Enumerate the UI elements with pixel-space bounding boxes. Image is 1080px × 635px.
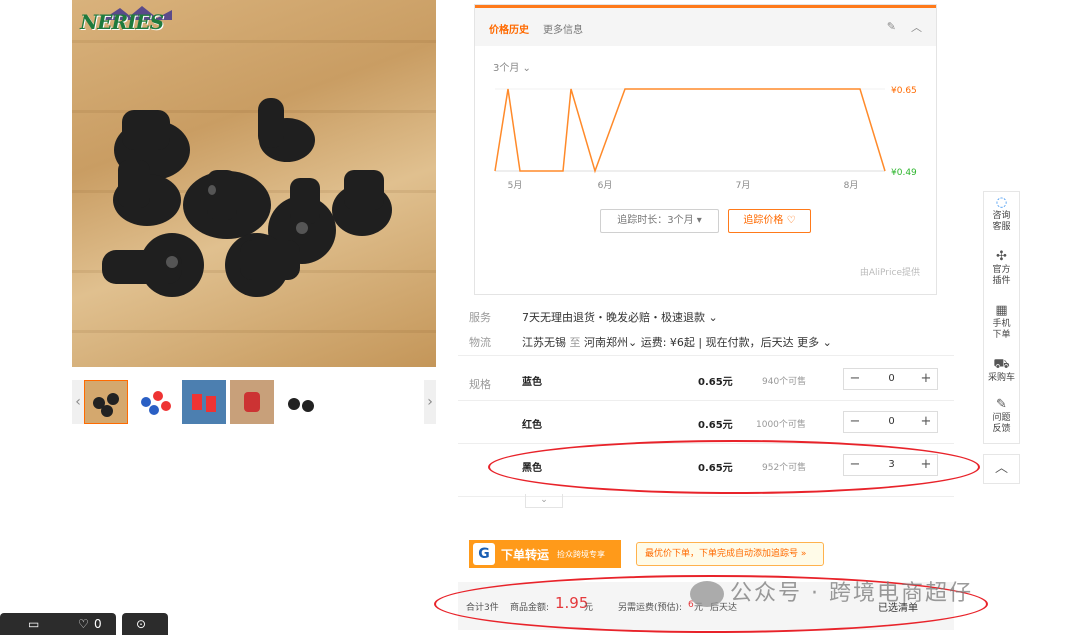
cart-button[interactable]: ⛟ 采购车 (984, 357, 1019, 384)
x-tick-label: 7月 (736, 180, 751, 191)
quantity-stepper: −0 + (843, 368, 938, 390)
thumbnail-4[interactable] (230, 380, 274, 424)
dock-chat[interactable]: ⊙ (122, 613, 168, 635)
chevron-left-icon[interactable]: ‹ (72, 380, 84, 424)
chevron-up-icon: ︿ (994, 461, 1008, 476)
edit-icon[interactable]: ✎ (887, 20, 896, 33)
divider (458, 400, 954, 401)
sku-name: 蓝色 (522, 377, 542, 388)
window-icon[interactable]: ▭ (28, 617, 39, 631)
minus-button[interactable]: − (844, 412, 866, 432)
thumbnail-3[interactable] (182, 380, 226, 424)
cart-label: 采购车 (987, 373, 1015, 383)
chevron-right-icon[interactable]: › (424, 380, 436, 424)
price-series-line (494, 88, 886, 174)
tab-more-info[interactable]: 更多信息 (543, 21, 583, 36)
divider (458, 355, 954, 356)
rubber-plugs-illustration (102, 98, 392, 297)
plugin-label: 官方插件 (992, 265, 1011, 286)
wechat-icon (690, 581, 724, 607)
logistics-to-word: 至 (569, 336, 581, 349)
feedback-button[interactable]: ✎ 问题反馈 (984, 397, 1019, 435)
sku-price: 0.65元 (698, 420, 733, 431)
thumbnail-strip: ‹ › (72, 380, 436, 424)
y-max-label: ¥0.65 (891, 86, 917, 96)
thumbnail-2[interactable] (132, 380, 176, 424)
annotation-oval-black-row (488, 440, 980, 494)
sku-name: 红色 (522, 420, 542, 431)
sku-stock: 1000个可售 (756, 420, 806, 430)
transfer-logo-icon: G (473, 543, 495, 565)
track-duration-select[interactable]: 追踪时长：3个月 ▾ (600, 209, 719, 233)
edit-icon: ✎ (996, 397, 1007, 412)
transfer-subtitle: 捡众跨境专享 (557, 550, 605, 559)
sku-price: 0.65元 (698, 377, 733, 388)
panel-header: 价格历史 更多信息 ✎ ︿ (475, 8, 936, 46)
tab-price-history[interactable]: 价格历史 (489, 21, 529, 36)
logistics-to[interactable]: 河南郑州 (584, 336, 628, 349)
heart-icon[interactable]: ♡ (78, 617, 89, 631)
logistics-payment: 现在付款，后天达 (705, 336, 794, 349)
chat-icon: ◌ (995, 195, 1008, 210)
puzzle-icon: ✣ (996, 249, 1007, 264)
floating-toolbar: ◌ 咨询客服 ✣ 官方插件 ▦ 手机下单 ⛟ 采购车 ✎ 问题反馈 (983, 191, 1020, 444)
order-transfer-banner[interactable]: G 下单转运 捡众跨境专享 (469, 540, 621, 568)
x-tick-label: 6月 (598, 180, 613, 191)
watermark-text: 公众号 · 跨境电商超仔 (730, 581, 973, 606)
range-value: 3个月 (493, 63, 520, 74)
y-min-label: ¥0.49 (891, 168, 917, 178)
watermark: 公众号 · 跨境电商超仔 (690, 575, 973, 607)
quantity-input[interactable]: 0 (866, 369, 917, 389)
x-tick-label: 5月 (508, 180, 523, 191)
price-history-panel: 价格历史 更多信息 ✎ ︿ 3个月 ⌄ ¥0.65 ¥0.49 5月 6月 7月 8月 追… (474, 4, 937, 295)
cart-icon: ⛟ (993, 357, 1010, 372)
consult-service-button[interactable]: ◌ 咨询客服 (984, 195, 1019, 233)
spec-label: 规格 (469, 378, 491, 391)
track-duration-label: 追踪时长：3个月 (617, 215, 694, 226)
expand-skus-button[interactable]: ⌄ (525, 494, 563, 508)
x-tick-label: 8月 (844, 180, 859, 191)
thumbnail-5[interactable] (278, 380, 322, 424)
provider-credit: 由AliPrice提供 (859, 268, 920, 278)
thumbnail-1[interactable] (84, 380, 128, 424)
price-history-chart: ¥0.65 ¥0.49 5月 6月 7月 8月 (494, 86, 917, 191)
comment-icon: ⊙ (136, 617, 147, 631)
consult-label: 咨询客服 (992, 211, 1011, 232)
logistics-fee: 运费: ¥6起 (640, 336, 695, 349)
logistics-more[interactable]: 更多 (797, 336, 819, 349)
official-plugin-button[interactable]: ✣ 官方插件 (984, 249, 1019, 287)
logistics-label: 物流 (469, 336, 491, 349)
quantity-stepper: −0 + (843, 411, 938, 433)
transfer-title: 下单转运 (501, 548, 550, 562)
qr-code-icon: ▦ (995, 303, 1008, 318)
plus-button[interactable]: + (915, 412, 937, 432)
mobile-order-button[interactable]: ▦ 手机下单 (984, 303, 1019, 341)
sku-stock: 940个可售 (762, 377, 807, 387)
quantity-input[interactable]: 0 (866, 412, 917, 432)
range-select[interactable]: 3个月 ⌄ (493, 59, 531, 74)
mobile-label: 手机下单 (992, 319, 1011, 340)
logistics-value[interactable]: 江苏无锡 至 河南郑州⌄ 运费: ¥6起 | 现在付款，后天达 更多 ⌄ (522, 334, 832, 350)
chevron-up-icon[interactable]: ︿ (911, 19, 922, 35)
service-label: 服务 (469, 311, 491, 324)
logistics-from: 江苏无锡 (522, 336, 566, 349)
service-value[interactable]: 7天无理由退货・晚发必赔・极速退款 ⌄ (522, 309, 718, 325)
feedback-label: 问题反馈 (992, 413, 1011, 434)
like-count: 0 (94, 617, 102, 631)
dock-bar: ▭ ♡ 0 (0, 613, 116, 635)
minus-button[interactable]: − (844, 369, 866, 389)
track-price-button[interactable]: 追踪价格 ♡ (728, 209, 811, 233)
back-to-top-button[interactable]: ︿ (983, 454, 1020, 484)
plus-button[interactable]: + (915, 369, 937, 389)
service-text: 7天无理由退货・晚发必赔・极速退款 (522, 311, 705, 324)
product-main-image[interactable]: NERIES (72, 0, 436, 367)
transfer-tip[interactable]: 最优价下单，下单完成自动添加追踪号 » (636, 542, 824, 566)
